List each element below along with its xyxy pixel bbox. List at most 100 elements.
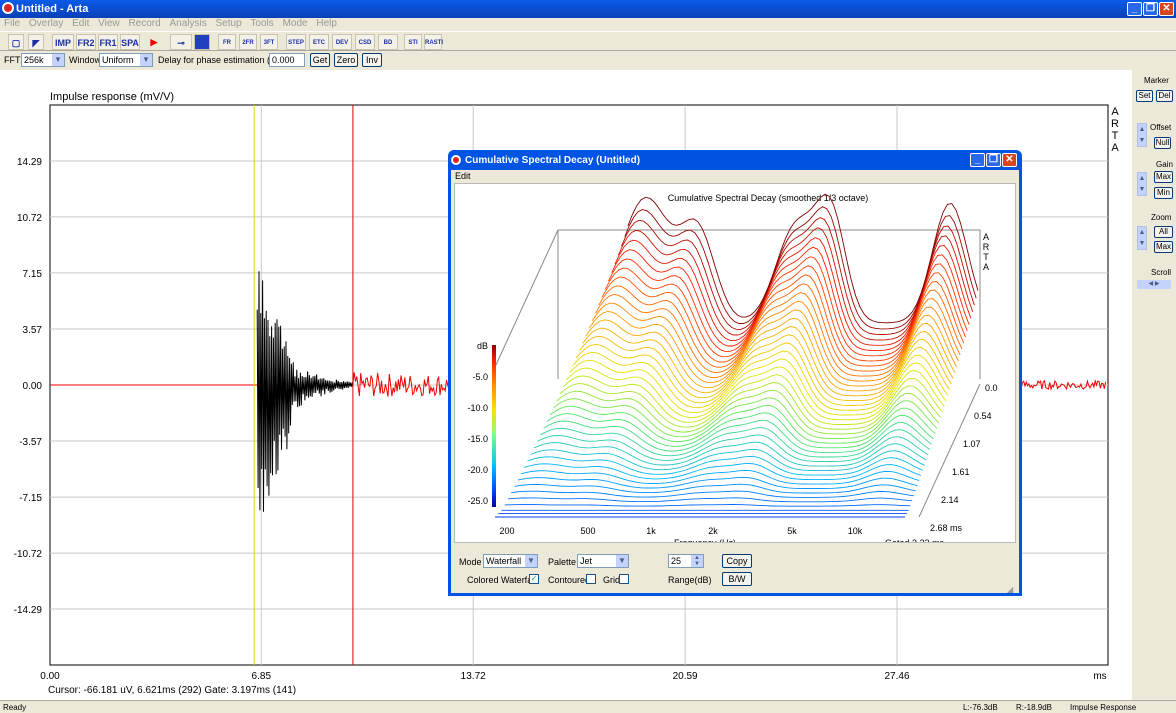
offset-spinner[interactable]: ▲ ▼ <box>1137 123 1147 147</box>
csd-time-tick: 0.54 <box>974 411 992 421</box>
resize-grip-icon[interactable]: ◢ <box>1007 585 1013 594</box>
zoom-label: Zoom <box>1151 213 1172 222</box>
csd-bw-button[interactable]: B/W <box>722 572 752 586</box>
fr1-button[interactable]: FR1 <box>98 34 118 50</box>
csd-gated-label: Gated 3.22 ms <box>885 538 945 542</box>
csd-plot-area[interactable]: Cumulative Spectral Decay (smoothed 1/3 … <box>454 183 1016 543</box>
menu-view[interactable]: View <box>98 18 120 29</box>
zoom-max-button[interactable]: Max <box>1154 241 1173 253</box>
close-button[interactable]: ✕ <box>1159 2 1174 16</box>
menu-analysis[interactable]: Analysis <box>169 18 206 29</box>
chevron-down-icon: ▼ <box>140 54 152 66</box>
menu-help[interactable]: Help <box>316 18 337 29</box>
grid-checkbox[interactable] <box>619 574 629 584</box>
record-play-icon[interactable]: ▶ <box>146 34 162 50</box>
right-control-panel: Marker Set Del Offset ▲ ▼ Null Gain ▲ ▼ Ma… <box>1132 70 1176 700</box>
fft-select[interactable]: 256k ▼ <box>21 53 65 67</box>
generator-icon[interactable] <box>194 34 210 50</box>
csd-side-edge <box>494 229 559 368</box>
x-tick-label: 0.00 <box>40 671 60 682</box>
rasti-icon[interactable]: RASTI <box>424 34 443 50</box>
imp-button[interactable]: IMP <box>52 34 74 50</box>
new-file-icon[interactable]: ▢ <box>8 34 24 50</box>
zero-button[interactable]: Zero <box>334 53 358 67</box>
gain-min-button[interactable]: Min <box>1154 187 1173 199</box>
csd-graph-icon[interactable]: CSD <box>355 34 375 50</box>
scroll-arrows[interactable]: ◀ ▶ <box>1137 280 1171 289</box>
dev-graph-icon[interactable]: DEV <box>332 34 352 50</box>
csd-palette-select[interactable]: Jet ▼ <box>577 554 629 568</box>
csd-slice <box>540 427 931 458</box>
marker-del-button[interactable]: Del <box>1156 90 1173 102</box>
trace-gate <box>256 271 354 512</box>
y-tick-label: 14.29 <box>17 157 42 168</box>
csd-mode-value: Waterfall <box>486 556 522 566</box>
restore-button[interactable]: ❐ <box>1143 2 1158 16</box>
contoured-checkbox[interactable] <box>586 574 596 584</box>
inv-button[interactable]: Inv <box>362 53 382 67</box>
window-select[interactable]: Uniform ▼ <box>99 53 153 67</box>
y-tick-label: 7.15 <box>23 269 43 280</box>
fr2-button[interactable]: FR2 <box>76 34 96 50</box>
chevron-down-icon: ▼ <box>525 555 537 567</box>
gain-spinner[interactable]: ▲ ▼ <box>1137 172 1147 196</box>
menu-tools[interactable]: Tools <box>250 18 273 29</box>
probe-icon[interactable]: ⊸ <box>170 34 192 50</box>
csd-slice <box>507 497 913 503</box>
get-button[interactable]: Get <box>310 53 330 67</box>
status-mode: Impulse Response <box>1070 703 1137 712</box>
bd-graph-icon[interactable]: BD <box>378 34 398 50</box>
sti-icon[interactable]: STI <box>404 34 422 50</box>
scroll-label: Scroll <box>1151 268 1172 277</box>
zoom-spinner[interactable]: ▲ ▼ <box>1137 226 1147 250</box>
step-graph-icon[interactable]: STEP <box>286 34 306 50</box>
csd-maximize-button[interactable]: ❐ <box>986 153 1001 167</box>
window-value: Uniform <box>102 55 134 65</box>
chevron-down-icon: ▼ <box>52 54 64 66</box>
marker-set-button[interactable]: Set <box>1136 90 1153 102</box>
zoom-all-button[interactable]: All <box>1154 226 1173 238</box>
csd-minimize-button[interactable]: _ <box>970 153 985 167</box>
csd-watermark-letter: A <box>983 262 989 272</box>
csd-waterfall-chart: Cumulative Spectral Decay (smoothed 1/3 … <box>467 193 998 542</box>
csd-range-value: 25 <box>671 556 682 566</box>
csd-window-title: Cumulative Spectral Decay (Untitled) <box>465 155 641 166</box>
2fr-graph-icon[interactable]: 2FR <box>239 34 257 50</box>
cursor-icon[interactable]: ◤ <box>28 34 44 50</box>
menu-overlay[interactable]: Overlay <box>29 18 63 29</box>
delay-input[interactable]: 0.000 <box>269 53 305 67</box>
csd-time-tick: 0.0 <box>985 383 998 393</box>
spa-button[interactable]: SPA <box>120 34 140 50</box>
csd-palette-value: Jet <box>580 556 593 566</box>
toolbar: ▢ ◤ IMP FR2 FR1 SPA ▶ ⊸ FR 2FR 3FT STEP … <box>0 31 1176 51</box>
etc-graph-icon[interactable]: ETC <box>309 34 329 50</box>
csd-freq-tick: 200 <box>499 526 514 536</box>
3ft-graph-icon[interactable]: 3FT <box>260 34 278 50</box>
menu-setup[interactable]: Setup <box>216 18 242 29</box>
minimize-button[interactable]: _ <box>1127 2 1142 16</box>
csd-close-button[interactable]: ✕ <box>1002 153 1017 167</box>
watermark-letter: A <box>1111 142 1119 154</box>
offset-null-button[interactable]: Null <box>1154 137 1171 149</box>
y-tick-label: 0.00 <box>23 381 43 392</box>
menu-file[interactable]: File <box>4 18 20 29</box>
gain-max-button[interactable]: Max <box>1154 171 1173 183</box>
y-tick-label: -10.72 <box>14 549 43 560</box>
csd-menu-edit[interactable]: Edit <box>455 171 471 181</box>
csd-mode-select[interactable]: Waterfall ▼ <box>483 554 538 568</box>
fr-graph-icon[interactable]: FR <box>218 34 236 50</box>
x-tick-label: 13.72 <box>461 671 486 682</box>
watermark-letter: T <box>1112 130 1119 142</box>
csd-window[interactable]: Cumulative Spectral Decay (Untitled) _ ❐… <box>448 150 1022 596</box>
menu-record[interactable]: Record <box>128 18 160 29</box>
menu-edit[interactable]: Edit <box>72 18 89 29</box>
x-tick-label: ms <box>1093 671 1106 682</box>
csd-db-tick: -15.0 <box>467 434 488 444</box>
csd-range-spinner[interactable]: 25 ▲ ▼ <box>668 554 704 568</box>
csd-copy-button[interactable]: Copy <box>722 554 752 568</box>
csd-slice <box>520 469 920 485</box>
chart-title: Impulse response (mV/V) <box>50 91 174 103</box>
colored-waterfall-checkbox[interactable]: ✓ <box>529 574 539 584</box>
menu-mode[interactable]: Mode <box>283 18 308 29</box>
watermark-letter: R <box>1111 118 1119 130</box>
